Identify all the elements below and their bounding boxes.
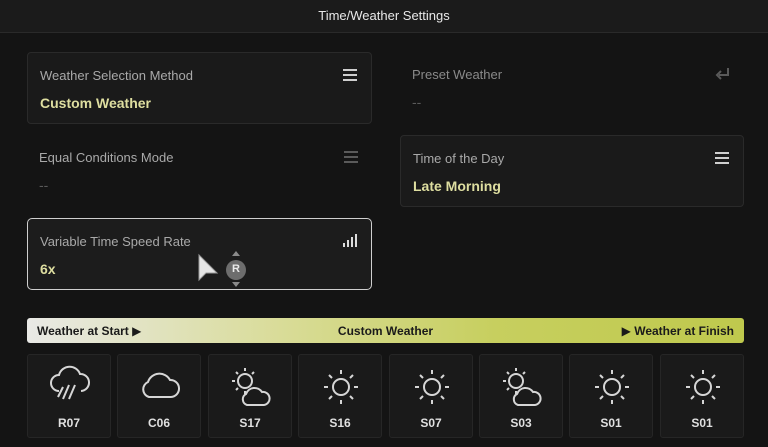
- equal-conditions-mode-value: --: [39, 177, 49, 193]
- weather-slot-code: S16: [329, 416, 351, 430]
- page-title: Time/Weather Settings: [318, 8, 450, 23]
- signal-bars-icon: [343, 234, 357, 247]
- preset-weather-value: --: [412, 94, 422, 110]
- time-of-day-label: Time of the Day: [413, 151, 505, 166]
- down-arrow-icon: [232, 282, 240, 287]
- weather-selection-method-card[interactable]: Weather Selection Method Custom Weather: [27, 52, 372, 124]
- weather-slot-2[interactable]: C06: [117, 354, 201, 438]
- return-icon: [715, 68, 729, 80]
- time-of-day-card[interactable]: Time of the Day Late Morning: [400, 135, 744, 207]
- equal-conditions-mode-label: Equal Conditions Mode: [39, 150, 174, 165]
- weather-slot-code: S01: [691, 416, 713, 430]
- weather-slot-1[interactable]: R07: [27, 354, 111, 438]
- weather-slot-code: S17: [239, 416, 261, 430]
- weather-slot-code: C06: [147, 416, 170, 430]
- title-bar: Time/Weather Settings: [0, 0, 768, 33]
- weather-slot-4[interactable]: S16: [298, 354, 382, 438]
- weather-timeline-bar: Weather at Start ▶ Custom Weather ▶ Weat…: [27, 318, 744, 343]
- menu-icon: [343, 69, 357, 81]
- weather-slot-5[interactable]: S07: [389, 354, 473, 438]
- equal-conditions-mode-card[interactable]: Equal Conditions Mode --: [27, 135, 372, 207]
- weather-slot-code: S03: [510, 416, 532, 430]
- sun-icon: [415, 370, 449, 404]
- weather-at-finish-label: ▶ Weather at Finish: [621, 324, 734, 338]
- weather-slot-code: R07: [57, 416, 80, 430]
- weather-slot-code: S01: [600, 416, 622, 430]
- sun-icon: [595, 370, 629, 404]
- preset-weather-card[interactable]: Preset Weather --: [400, 52, 744, 124]
- weather-slot-3[interactable]: S17: [208, 354, 292, 438]
- r-stick-label: R: [232, 263, 240, 275]
- rain-cloud-icon: [50, 365, 90, 400]
- variable-time-speed-label: Variable Time Speed Rate: [40, 234, 191, 249]
- time-of-day-value: Late Morning: [413, 178, 501, 194]
- up-arrow-icon: [232, 251, 240, 256]
- r-stick-button[interactable]: R: [226, 260, 246, 280]
- cursor-pointer-icon: [198, 253, 219, 282]
- sun-icon: [324, 370, 358, 404]
- menu-icon: [344, 151, 358, 163]
- weather-slot-code: S07: [420, 416, 442, 430]
- menu-icon: [715, 152, 729, 164]
- preset-weather-label: Preset Weather: [412, 67, 503, 82]
- weather-selection-method-value: Custom Weather: [40, 95, 151, 111]
- weather-slot-7[interactable]: S01: [569, 354, 653, 438]
- variable-time-speed-value: 6x: [40, 261, 56, 277]
- sun-cloud-icon: [503, 368, 542, 406]
- cloud-icon: [142, 372, 180, 398]
- weather-selection-method-label: Weather Selection Method: [40, 68, 193, 83]
- weather-slot-8[interactable]: S01: [660, 354, 744, 438]
- weather-slot-6[interactable]: S03: [479, 354, 563, 438]
- sun-cloud-icon: [232, 368, 271, 406]
- sun-icon: [686, 370, 720, 404]
